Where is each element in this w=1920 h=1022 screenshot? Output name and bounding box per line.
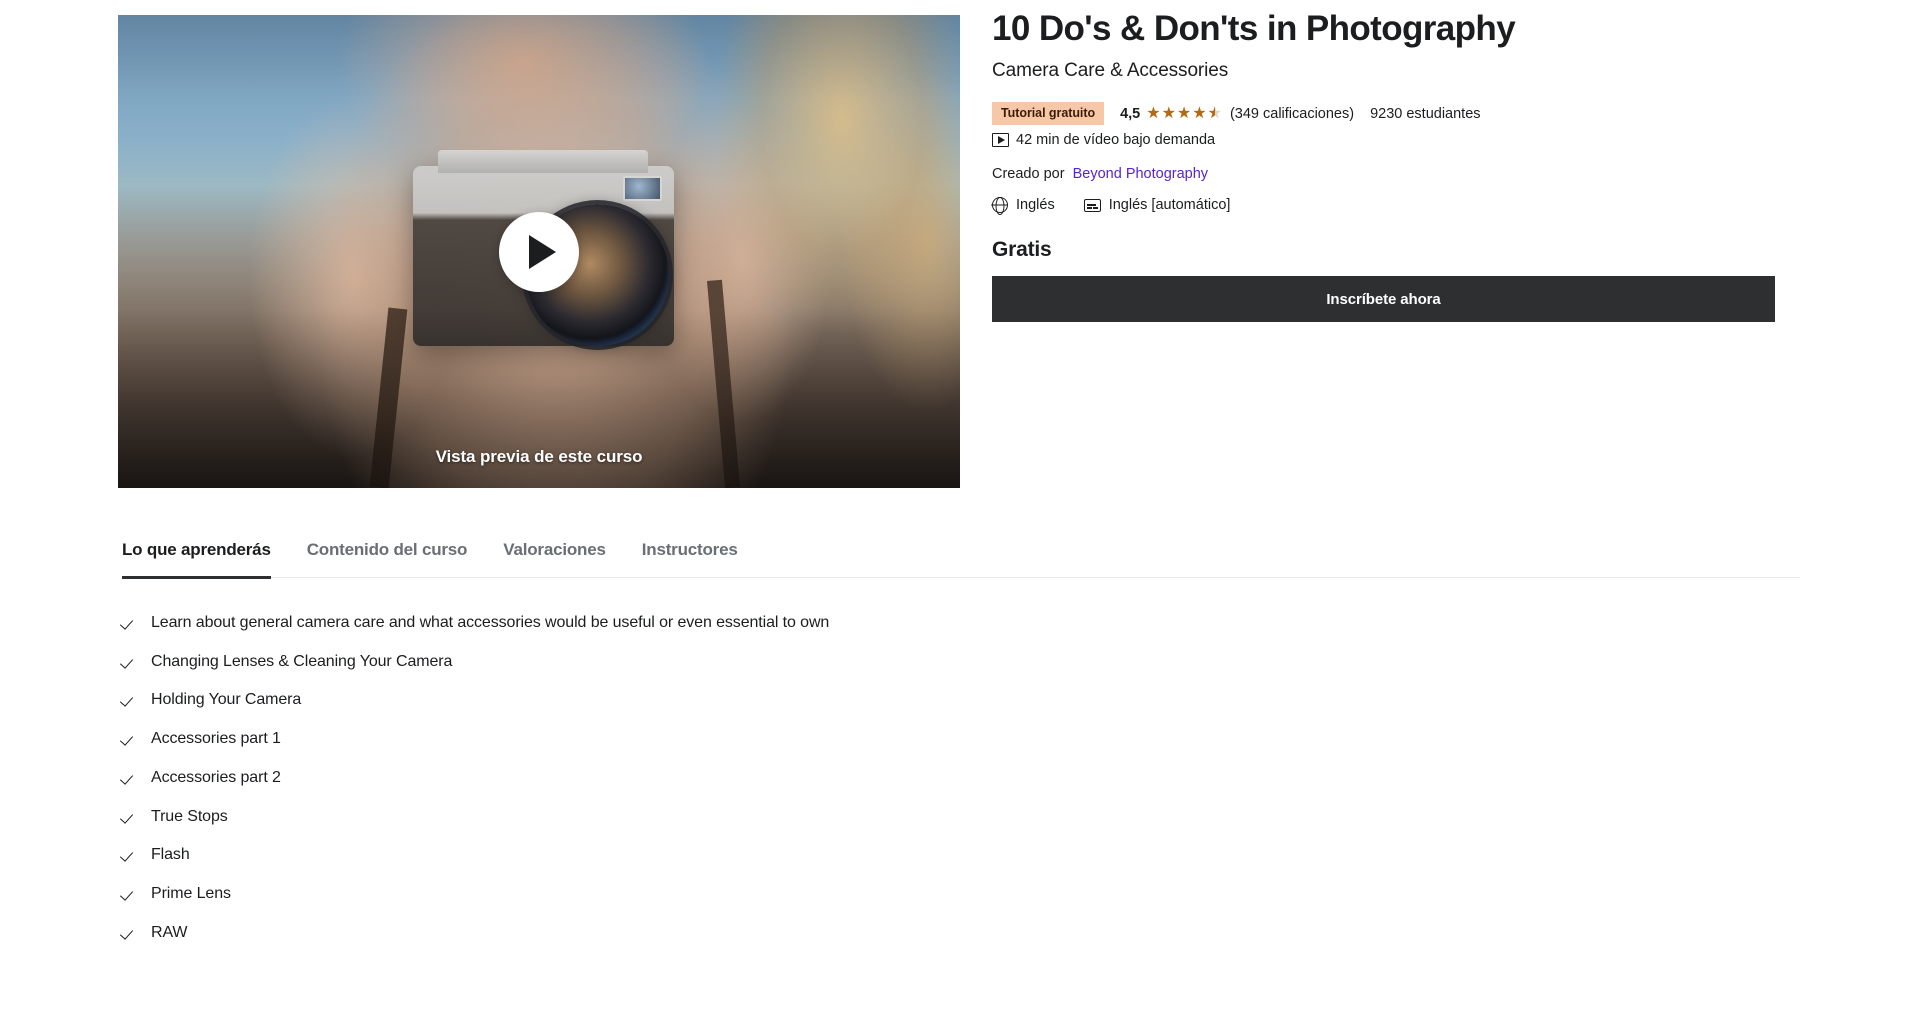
star-half-icon: ★ <box>1208 106 1222 122</box>
list-item-label: Learn about general camera care and what… <box>151 612 829 635</box>
language-row: Inglés Inglés [automático] <box>992 197 1782 213</box>
list-item: Holding Your Camera <box>122 689 942 712</box>
course-price: Gratis <box>992 238 1782 262</box>
rating-stars: ★ ★ ★ ★ ★ <box>1146 106 1222 122</box>
tab-list: Lo que aprenderás Contenido del curso Va… <box>122 540 1800 578</box>
course-info-panel: 10 Do's & Don'ts in Photography Camera C… <box>992 8 1782 322</box>
star-icon: ★ <box>1162 106 1176 122</box>
list-item-label: Accessories part 1 <box>151 728 281 751</box>
course-captions: Inglés [automático] <box>1084 197 1231 213</box>
tab-contenido-del-curso[interactable]: Contenido del curso <box>307 540 468 577</box>
check-icon <box>122 730 137 750</box>
course-preview-video[interactable]: Vista previa de este curso <box>118 15 960 488</box>
list-item: True Stops <box>122 806 942 829</box>
course-language: Inglés <box>992 197 1055 213</box>
list-item: Changing Lenses & Cleaning Your Camera <box>122 651 942 674</box>
list-item: Accessories part 2 <box>122 767 942 790</box>
list-item-label: Changing Lenses & Cleaning Your Camera <box>151 651 452 674</box>
created-by-label: Creado por <box>992 166 1065 182</box>
course-landing-page: Vista previa de este curso 10 Do's & Don… <box>0 0 1920 1022</box>
closed-caption-icon <box>1084 199 1101 212</box>
course-meta-row: Tutorial gratuito 4,5 ★ ★ ★ ★ ★ (349 cal… <box>992 102 1782 125</box>
star-icon: ★ <box>1146 106 1160 122</box>
creator-link[interactable]: Beyond Photography <box>1073 166 1208 182</box>
play-icon[interactable] <box>499 212 579 292</box>
enroll-now-button[interactable]: Inscríbete ahora <box>992 276 1775 322</box>
course-subtitle: Camera Care & Accessories <box>992 60 1782 82</box>
list-item: Prime Lens <box>122 883 942 906</box>
list-item: Flash <box>122 844 942 867</box>
course-tabs-bar: Lo que aprenderás Contenido del curso Va… <box>122 540 1800 578</box>
check-icon <box>122 808 137 828</box>
star-icon: ★ <box>1177 106 1191 122</box>
check-icon <box>122 769 137 789</box>
tab-instructores[interactable]: Instructores <box>642 540 738 577</box>
tab-lo-que-aprenderas[interactable]: Lo que aprenderás <box>122 540 271 577</box>
what-you-will-learn-list: Learn about general camera care and what… <box>122 612 942 960</box>
check-icon <box>122 691 137 711</box>
list-item-label: RAW <box>151 922 187 945</box>
check-icon <box>122 846 137 866</box>
tab-valoraciones[interactable]: Valoraciones <box>503 540 606 577</box>
list-item-label: Flash <box>151 844 190 867</box>
play-triangle-glyph <box>529 235 556 269</box>
check-icon <box>122 924 137 944</box>
check-icon <box>122 614 137 634</box>
list-item-label: Holding Your Camera <box>151 689 301 712</box>
course-duration-row: 42 min de vídeo bajo demanda <box>992 132 1782 148</box>
globe-icon <box>992 197 1008 213</box>
course-captions-label: Inglés [automático] <box>1109 197 1231 213</box>
creator-row: Creado por Beyond Photography <box>992 166 1782 182</box>
list-item-label: Accessories part 2 <box>151 767 281 790</box>
list-item: RAW <box>122 922 942 945</box>
course-language-label: Inglés <box>1016 197 1055 213</box>
check-icon <box>122 885 137 905</box>
status-badge: Tutorial gratuito <box>992 102 1104 125</box>
list-item-label: True Stops <box>151 806 228 829</box>
check-icon <box>122 653 137 673</box>
video-preview-caption: Vista previa de este curso <box>118 447 960 467</box>
rating-value: 4,5 <box>1120 106 1140 122</box>
students-count: 9230 estudiantes <box>1370 106 1480 122</box>
video-icon <box>992 133 1009 147</box>
list-item: Learn about general camera care and what… <box>122 612 942 635</box>
course-duration-text: 42 min de vídeo bajo demanda <box>1016 132 1215 148</box>
ratings-count[interactable]: (349 calificaciones) <box>1230 106 1354 122</box>
star-icon: ★ <box>1192 106 1206 122</box>
list-item: Accessories part 1 <box>122 728 942 751</box>
page-title: 10 Do's & Don'ts in Photography <box>992 8 1782 49</box>
list-item-label: Prime Lens <box>151 883 231 906</box>
